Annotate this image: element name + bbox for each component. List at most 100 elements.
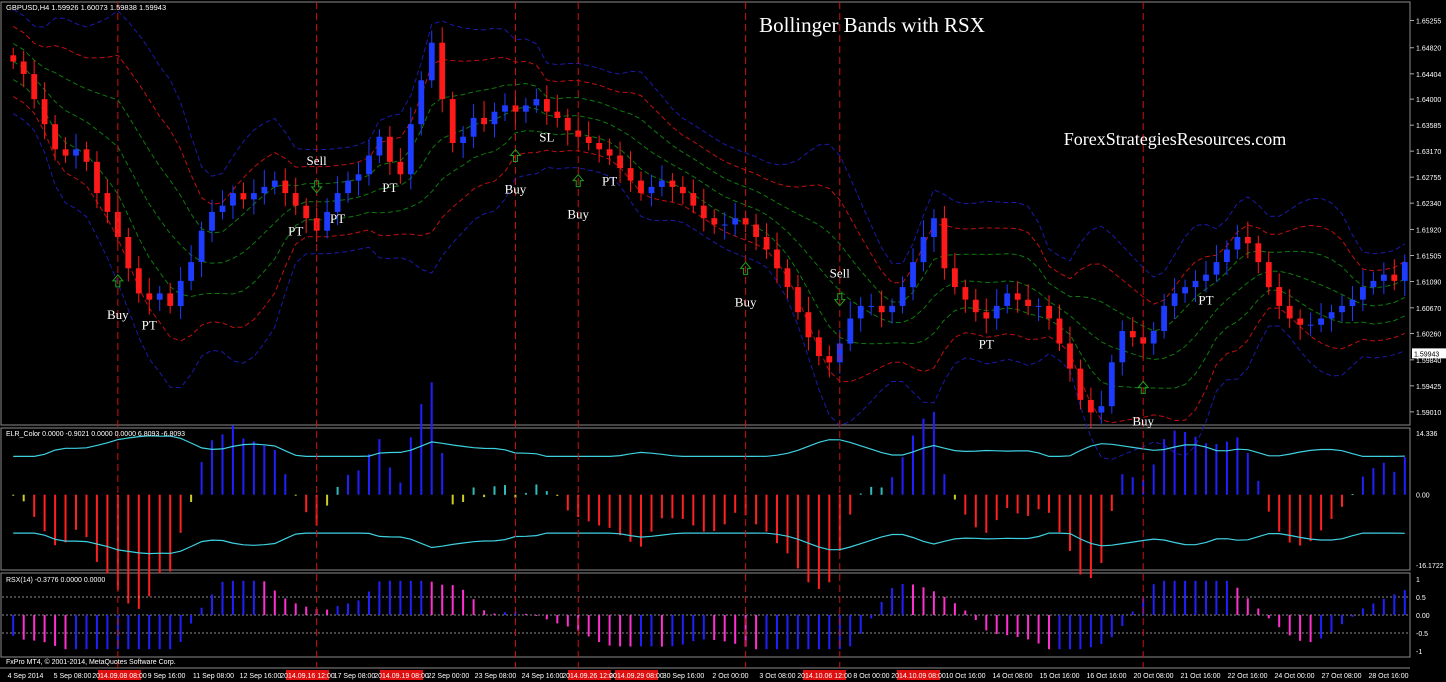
rsx-bar: [1131, 611, 1134, 615]
price-tick-label: 1.63170: [1416, 149, 1441, 156]
candle-body: [418, 80, 425, 125]
elr-bar: [702, 494, 705, 532]
candle-body: [899, 287, 906, 306]
rsx-bar: [629, 615, 632, 647]
candle-body: [167, 293, 174, 306]
price-tick-label: 1.64000: [1416, 97, 1441, 104]
elr-bar: [566, 494, 569, 511]
elr-bar: [43, 494, 46, 532]
time-tick-label: 28 Oct 16:00: [1368, 673, 1408, 680]
candle-body: [491, 111, 498, 125]
price-tick-label: 1.65255: [1416, 18, 1441, 25]
candle-body: [1171, 293, 1178, 306]
candle-body: [135, 268, 142, 294]
candle-body: [125, 237, 132, 269]
rsx-bar: [608, 615, 611, 646]
time-tick-label: 9 Sep 16:00: [148, 673, 186, 680]
elr-bar: [158, 494, 161, 574]
elr-bar: [671, 494, 674, 519]
rsx-bar: [932, 591, 935, 615]
elr-label: ELR_Color 0.0000 -0.9021 0.0000 0.0000 6…: [6, 431, 185, 438]
elr-bar: [357, 470, 360, 495]
candle-body: [104, 193, 111, 212]
elr-bar: [378, 439, 381, 495]
rsx-bar: [870, 615, 873, 619]
elr-bar: [1069, 494, 1071, 551]
rsx-bar: [200, 607, 203, 615]
elr-bar: [1184, 431, 1187, 495]
elr-bar: [75, 494, 77, 530]
rsx-bar: [1058, 615, 1061, 650]
price-tick-label: 1.61505: [1416, 253, 1441, 260]
chart-canvas[interactable]: BuySellBuyBuyBuySellBuyPTPTPTPTSLPTPTPT …: [0, 0, 1446, 682]
rsx-bar: [493, 613, 496, 615]
candle-body: [1056, 318, 1063, 344]
elr-bar: [776, 494, 778, 544]
elr-bar: [231, 425, 234, 495]
trading-chart[interactable]: Buy Sell Buy Buy Buy Sell Buy PT PT PT PT SL PT PT PT …: [0, 0, 1446, 682]
rsx-bar: [336, 606, 339, 615]
candle-body: [146, 293, 153, 300]
elr-bar: [1309, 494, 1312, 542]
elr-bar: [1278, 494, 1281, 532]
rsx-bar: [137, 615, 140, 650]
elr-bar: [1152, 464, 1155, 495]
rsx-bar: [1382, 598, 1385, 615]
candle-body: [1182, 287, 1188, 294]
candle-body: [690, 193, 697, 206]
symbol-info: GBPUSD,H4 1.59926 1.60073 1.59838 1.5994…: [6, 3, 166, 12]
time-tick-label: 2014.10.06 12:00: [797, 673, 852, 680]
rsx-bar: [1048, 615, 1050, 650]
rsx-bar: [943, 596, 946, 615]
elr-bar: [1089, 494, 1092, 579]
elr-bar: [786, 494, 789, 554]
rsx-bar: [221, 581, 224, 615]
rsx-bar: [556, 615, 559, 624]
time-tick-label: 17 Sep 08:00: [334, 673, 376, 680]
elr-bar: [252, 441, 255, 495]
elr-bar: [1330, 494, 1333, 519]
elr-bar: [1110, 494, 1113, 511]
elr-bar: [912, 435, 914, 495]
annotation-label: PT: [1198, 293, 1213, 308]
time-tick-label: 24 Oct 00:00: [1274, 673, 1314, 680]
rsx-bar: [807, 615, 810, 650]
candle-body: [282, 180, 289, 194]
rsx-bar: [190, 615, 193, 624]
candle-body: [711, 218, 718, 225]
candle-body: [41, 99, 48, 125]
rsx-bar: [619, 615, 622, 647]
rsx-bar: [524, 613, 527, 615]
rsx-bar: [169, 615, 172, 650]
rsx-bar: [1184, 580, 1187, 615]
elr-bar: [755, 494, 758, 525]
candle-body: [397, 161, 404, 175]
candle-body: [596, 143, 603, 150]
rsx-bar: [1173, 580, 1176, 615]
candle-body: [805, 312, 812, 338]
elr-bar: [1016, 494, 1019, 514]
elr-bar: [137, 494, 140, 609]
elr-bar: [870, 486, 873, 495]
elr-bar: [106, 494, 109, 574]
time-tick-label: 10 Oct 16:00: [945, 673, 985, 680]
elr-bar: [545, 491, 548, 495]
rsx-bar: [723, 615, 726, 642]
elr-bar: [640, 494, 642, 547]
candle-body: [659, 180, 665, 187]
rsx-bar: [891, 588, 894, 615]
candle-body: [1203, 274, 1209, 281]
rsx-bar: [127, 615, 130, 650]
candle-body: [606, 149, 613, 156]
rsx-bar: [1236, 587, 1239, 615]
rsx-bar: [1037, 615, 1040, 644]
signal-label-buy: Buy: [567, 207, 589, 222]
elr-bar: [859, 493, 862, 495]
annotation-label: PT: [330, 211, 345, 226]
candle-body: [1161, 305, 1167, 331]
rsx-bar: [1330, 615, 1333, 633]
elr-bar: [817, 494, 820, 589]
candle-body: [1391, 274, 1398, 281]
rsx-bar: [451, 585, 454, 615]
elr-bar: [85, 494, 88, 538]
